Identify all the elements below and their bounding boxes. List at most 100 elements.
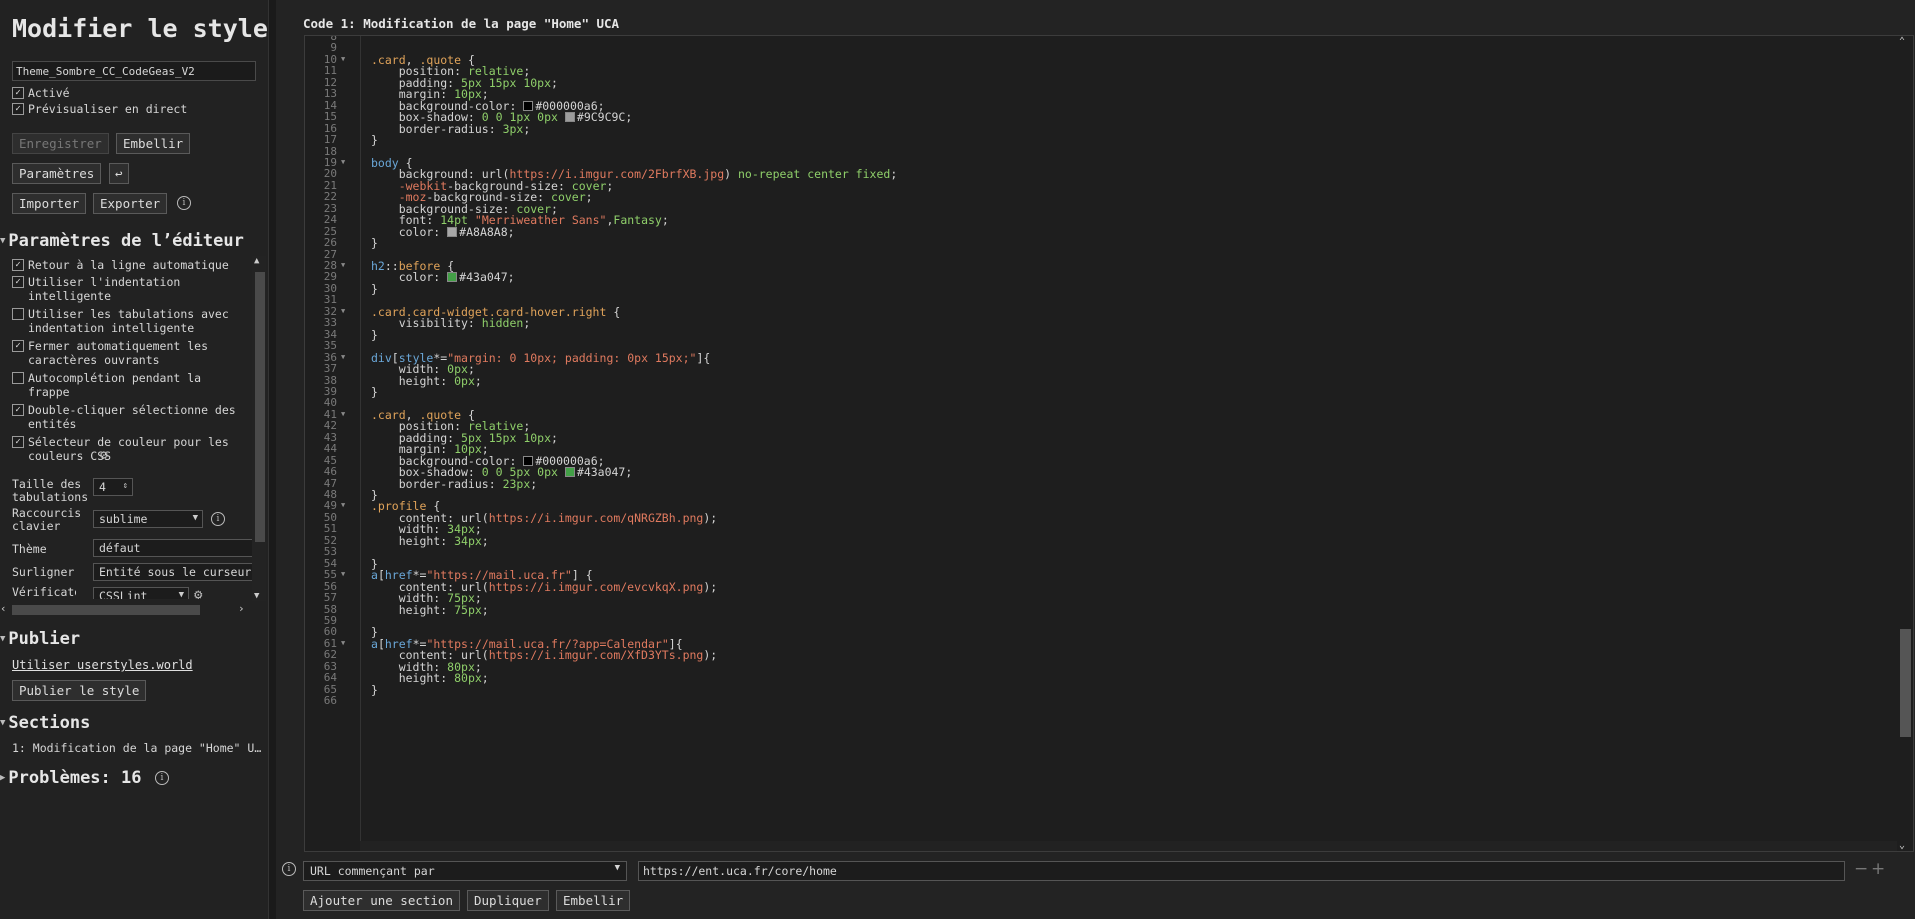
option-checkbox[interactable]: ✓ [12, 436, 24, 448]
beautify-section-button[interactable]: Embellir [556, 890, 631, 911]
fold-icon[interactable]: ▼ [341, 353, 345, 361]
theme-select[interactable]: défaut [93, 539, 263, 557]
code-line[interactable]: } [371, 236, 378, 250]
scroll-down-icon[interactable]: ▼ [254, 591, 259, 601]
url-value-input[interactable]: https://ent.uca.fr/core/home [638, 861, 1845, 881]
line-number: 66 [323, 694, 337, 708]
style-name-input[interactable] [12, 61, 256, 81]
tab-size-label: Taille des tabulations [12, 477, 89, 504]
section-title: Code 1: Modification de la page "Home" U… [303, 16, 620, 31]
hscrollbar-thumb[interactable] [12, 605, 200, 615]
fold-icon[interactable]: ▼ [341, 501, 345, 509]
keymap-info-icon[interactable]: i [211, 512, 225, 526]
main-panel: Code 1: Modification de la page "Home" U… [276, 0, 1915, 919]
editor-scrollbar[interactable]: ⌃ ⌄ [1897, 36, 1913, 851]
fold-icon[interactable]: ▼ [341, 570, 345, 578]
fold-icon[interactable]: ▼ [341, 639, 345, 647]
code-line[interactable]: height: 80px; [371, 671, 489, 685]
code-line[interactable]: height: 75px; [371, 603, 489, 617]
remove-rule-icon[interactable]: − [1854, 859, 1868, 879]
option-row[interactable]: ✓ Utiliser l'indentation intelligente [12, 275, 247, 303]
export-button[interactable]: Exporter [93, 193, 168, 214]
option-checkbox[interactable] [12, 372, 24, 384]
option-row[interactable]: ✓ Sélecteur de couleur pour les couleurs… [12, 435, 237, 463]
code-line[interactable]: color: #43a047; [371, 270, 515, 284]
code-line[interactable]: height: 34px; [371, 534, 489, 548]
tab-size-stepper[interactable]: 4 ⇕ [93, 478, 133, 496]
collapse-triangle-icon: ▼ [0, 634, 6, 644]
live-preview-checkbox[interactable]: ✓ [12, 103, 24, 115]
linter-gear-icon[interactable]: ⚙ [194, 587, 202, 599]
code-line[interactable]: border-radius: 23px; [371, 477, 538, 491]
option-row[interactable]: ✓ Fermer automatiquement les caractères … [12, 339, 247, 367]
fold-icon[interactable]: ▼ [341, 410, 345, 418]
gear-icon[interactable]: ⚙ [100, 449, 108, 463]
import-button[interactable]: Importer [12, 193, 87, 214]
code-line[interactable]: visibility: hidden; [371, 316, 531, 330]
problems-heading[interactable]: ▶ Problèmes: 16 [0, 768, 141, 788]
enabled-checkbox[interactable]: ✓ [12, 87, 24, 99]
code-line[interactable]: } [371, 683, 378, 697]
code-editor[interactable]: 8 9 10 ▼ 11 12 13 14 15 16 17 18 19 ▼ 20 21 22 23 24 25 26 27… [304, 35, 1914, 852]
linter-select[interactable]: CSSLint ▼ [93, 587, 189, 599]
scroll-up-icon[interactable]: ⌃ [1899, 36, 1905, 47]
info-icon[interactable]: i [177, 196, 191, 210]
scroll-right-icon[interactable]: › [238, 602, 245, 615]
stepper-icon[interactable]: ⇕ [123, 479, 128, 494]
code-line[interactable]: } [371, 133, 378, 147]
editor-scrollbar-thumb[interactable] [1900, 629, 1911, 737]
chevron-down-icon: ▼ [614, 863, 620, 873]
fold-icon[interactable]: ▼ [341, 55, 345, 63]
back-button[interactable]: ↩ [109, 163, 129, 184]
expand-triangle-icon: ▶ [0, 773, 6, 783]
option-checkbox[interactable]: ✓ [12, 404, 24, 416]
editor-settings-heading[interactable]: ▼ Paramètres de l’éditeur [0, 231, 244, 251]
live-preview-checkbox-row[interactable]: ✓ Prévisualiser en direct [12, 102, 187, 116]
sections-heading[interactable]: ▼ Sections [0, 713, 90, 733]
settings-button[interactable]: Paramètres [12, 163, 102, 184]
scroll-up-icon[interactable]: ▲ [254, 256, 259, 266]
fold-icon[interactable]: ▼ [341, 307, 345, 315]
chevron-down-icon: ▼ [192, 513, 198, 523]
highlight-select[interactable]: Entité sous le curseur [93, 563, 263, 581]
fold-icon[interactable]: ▼ [341, 158, 345, 166]
add-rule-icon[interactable]: + [1871, 859, 1885, 879]
option-row[interactable]: Utiliser les tabulations avec indentatio… [12, 307, 247, 335]
option-checkbox[interactable]: ✓ [12, 276, 24, 288]
options-hscrollbar[interactable]: ‹ › [0, 602, 252, 616]
fold-icon[interactable]: ▼ [341, 261, 345, 269]
line-gutter: 8 9 10 ▼ 11 12 13 14 15 16 17 18 19 ▼ 20 21 22 23 24 25 26 27… [305, 36, 361, 851]
duplicate-button[interactable]: Dupliquer [467, 890, 549, 911]
options-scrollbar[interactable]: ▲ ▼ [252, 256, 266, 601]
scroll-left-icon[interactable]: ‹ [0, 602, 7, 615]
option-row[interactable]: ✓ Double-cliquer sélectionne des entités [12, 403, 247, 431]
save-button[interactable]: Enregistrer [12, 133, 109, 154]
option-row[interactable]: Autocomplétion pendant la frappe [12, 371, 212, 399]
problems-info-icon[interactable]: i [155, 771, 169, 785]
keymap-select[interactable]: sublime ▼ [93, 510, 203, 528]
code-line[interactable]: border-radius: 3px; [371, 122, 531, 136]
code-line[interactable]: } [371, 282, 378, 296]
add-section-button[interactable]: Ajouter une section [303, 890, 460, 911]
section-list-item[interactable]: 1: Modification de la page "Home" U… [12, 741, 261, 755]
enabled-label: Activé [28, 86, 70, 100]
option-checkbox[interactable] [12, 308, 24, 320]
editor-hscrollbar[interactable] [360, 841, 1897, 851]
editor-options-panel: ✓ Retour à la ligne automatique ✓ Utilis… [0, 254, 268, 599]
option-checkbox[interactable]: ✓ [12, 259, 24, 271]
code-line[interactable]: height: 0px; [371, 374, 482, 388]
option-row[interactable]: ✓ Retour à la ligne automatique [12, 258, 247, 272]
enabled-checkbox-row[interactable]: ✓ Activé [12, 86, 70, 100]
scroll-down-icon[interactable]: ⌄ [1899, 840, 1905, 851]
code-line[interactable]: } [371, 385, 378, 399]
code-line[interactable]: } [371, 328, 378, 342]
userstyles-link[interactable]: Utiliser userstyles.world [12, 658, 193, 672]
url-type-select[interactable]: URL commençant par ▼ [303, 861, 627, 881]
publish-button[interactable]: Publier le style [12, 680, 147, 701]
option-checkbox[interactable]: ✓ [12, 340, 24, 352]
code-line[interactable]: color: #A8A8A8; [371, 225, 515, 239]
scrollbar-thumb[interactable] [255, 272, 265, 542]
publish-heading[interactable]: ▼ Publier [0, 629, 80, 649]
url-info-icon[interactable]: i [282, 862, 296, 876]
beautify-button[interactable]: Embellir [116, 133, 191, 154]
